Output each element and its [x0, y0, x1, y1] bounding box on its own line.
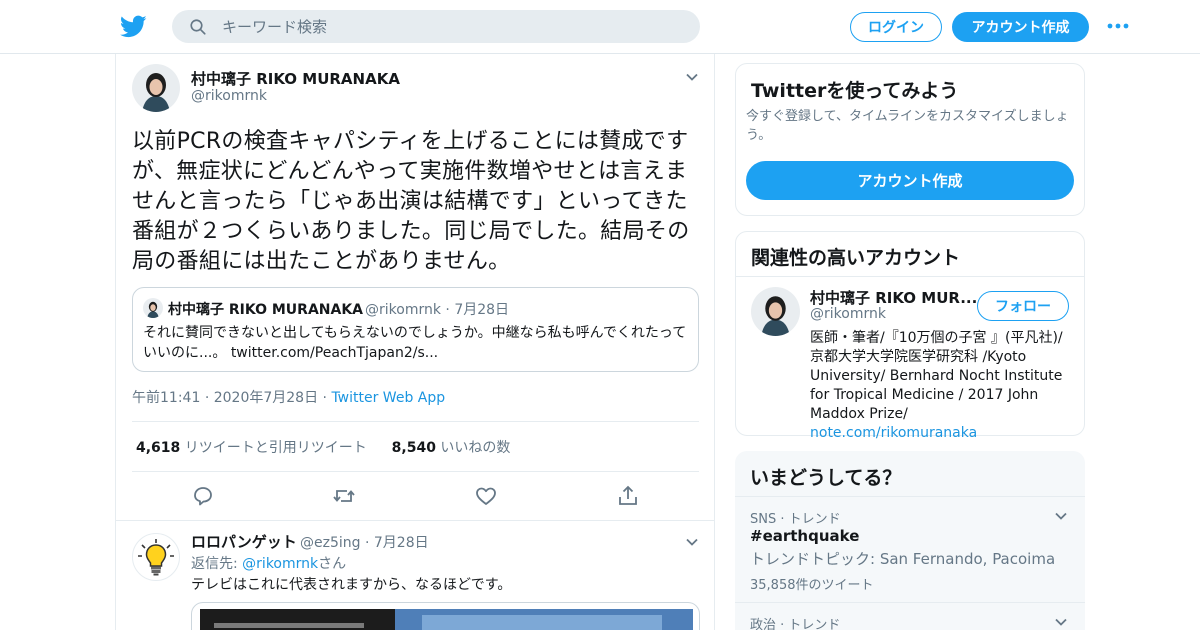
divider [735, 496, 1085, 497]
follow-button[interactable]: フォロー [977, 291, 1069, 321]
reply-text: テレビはこれに代表されますから、なるほどです。 [191, 577, 512, 593]
related-account-handle[interactable]: @rikomrnk [810, 306, 886, 322]
quoted-tweet[interactable]: 村中璃子 RIKO MURANAKA @rikomrnk · 7月28日 それに… [132, 287, 699, 372]
divider [736, 276, 1084, 277]
avatar[interactable] [132, 64, 180, 112]
tweet-timestamp: 午前11:41 · 2020年7月28日 · Twitter Web App [132, 390, 446, 406]
retweets-count: 4,618 [136, 440, 181, 456]
author-handle[interactable]: @rikomrnk [191, 88, 267, 104]
login-button[interactable]: ログイン [850, 12, 942, 42]
related-card-title: 関連性の高いアカウント [751, 247, 961, 269]
related-account-name[interactable]: 村中璃子 RIKO MUR... [810, 287, 977, 308]
chevron-down-icon[interactable] [685, 70, 699, 84]
author-name[interactable]: 村中璃子 RIKO MURANAKA [191, 68, 400, 89]
quote-link[interactable]: twitter.com/PeachTjapan2/s... [231, 345, 438, 361]
signup-card: Twitterを使ってみよう 今すぐ登録して、タイムラインをカスタマイズしましょ… [735, 63, 1085, 216]
quote-meta: @rikomrnk · 7月28日 [365, 302, 510, 318]
trend-context: SNS · トレンド [750, 512, 841, 527]
reply-to-handle[interactable]: @rikomrnk [242, 556, 318, 572]
more-icon[interactable] [1106, 18, 1130, 34]
tweet-stats: 4,618 リツイートと引用リツイート 8,540 いいねの数 [136, 437, 510, 457]
signup-card-title: Twitterを使ってみよう [751, 80, 959, 102]
reply-date[interactable]: 7月28日 [374, 535, 429, 551]
main-column: 村中璃子 RIKO MURANAKA @rikomrnk 以前PCRの検査キャパ… [115, 54, 715, 630]
twitter-bird-icon[interactable] [120, 13, 147, 40]
reply-meta: @ez5ing · 7月28日 [300, 535, 429, 551]
tweet-source[interactable]: Twitter Web App [331, 390, 445, 406]
trend-context: 政治 · トレンド [750, 618, 841, 630]
signup-card-button[interactable]: アカウント作成 [746, 161, 1074, 200]
chevron-down-icon[interactable] [1054, 615, 1068, 629]
divider [132, 471, 699, 472]
reply-to-prefix: 返信先: [191, 556, 238, 572]
related-account-bio: 医師・筆者/『10万個の子宮 』(平凡社)/京都大学大学院医学研究科 /Kyot… [810, 329, 1075, 443]
reply-icon[interactable] [191, 484, 215, 508]
retweets-stat[interactable]: 4,618 リツイートと引用リツイート [136, 440, 371, 456]
retweets-label: リツイートと引用リツイート [184, 440, 367, 456]
reply-avatar[interactable] [132, 533, 180, 581]
reply-author-name[interactable]: ロロパンゲット [191, 531, 297, 552]
divider [735, 602, 1085, 603]
search-box[interactable] [172, 10, 700, 43]
related-avatar[interactable] [751, 287, 800, 336]
related-accounts-card: 関連性の高いアカウント 村中璃子 RIKO MUR... @rikomrnk フ… [735, 231, 1085, 441]
chevron-down-icon[interactable] [685, 535, 699, 549]
bio-text: 医師・筆者/『10万個の子宮 』(平凡社)/京都大学大学院医学研究科 /Kyot… [810, 330, 1063, 422]
trend-count: 35,858件のツイート [750, 578, 874, 593]
likes-label: いいねの数 [440, 440, 511, 456]
top-bar: ログイン アカウント作成 [0, 0, 1200, 54]
reply-author-handle[interactable]: @ez5ing [300, 535, 361, 551]
quote-date: 7月28日 [454, 302, 510, 318]
bio-link[interactable]: note.com/rikomuranaka [810, 425, 977, 441]
reply-tweet[interactable]: ロロパンゲット @ez5ing · 7月28日 返信先: @rikomrnkさん… [116, 520, 714, 630]
search-icon [190, 19, 206, 35]
lightbulb-icon [138, 539, 174, 576]
signup-button[interactable]: アカウント作成 [952, 12, 1089, 42]
signup-card-description: 今すぐ登録して、タイムラインをカスタマイズしましょう。 [746, 109, 1069, 143]
retweet-icon[interactable] [332, 484, 356, 508]
quote-author-handle: @rikomrnk [365, 302, 441, 318]
trend-name: #earthquake [750, 527, 860, 545]
quote-avatar [143, 298, 163, 318]
likes-stat[interactable]: 8,540 いいねの数 [392, 440, 511, 456]
divider [132, 421, 699, 422]
tweet-date[interactable]: 2020年7月28日 [214, 390, 318, 406]
share-icon[interactable] [616, 484, 640, 508]
chevron-down-icon[interactable] [1054, 509, 1068, 523]
quote-author-name: 村中璃子 RIKO MURANAKA [168, 302, 364, 318]
likes-count: 8,540 [391, 440, 436, 456]
tweet-text: 以前PCRの検査キャパシティを上げることには賛成ですが、無症状にどんどんやって実… [132, 129, 690, 274]
reply-to-suffix: さん [318, 556, 347, 572]
trend-description: トレンドトピック: San Fernando, Pacoima [750, 550, 1056, 568]
tweet-time[interactable]: 午前11:41 [132, 390, 200, 406]
reply-media[interactable] [191, 602, 700, 630]
like-icon[interactable] [474, 484, 498, 508]
quote-text-block: それに賛同できないと出してもらえないのでしょうか。中継なら私も呼んでくれたってい… [143, 323, 691, 363]
search-input[interactable] [222, 10, 682, 43]
trends-title: いまどうしてる？ [750, 467, 902, 489]
trends-card: いまどうしてる？ SNS · トレンド #earthquake トレンドトピック… [735, 451, 1085, 630]
reply-to: 返信先: @rikomrnkさん [191, 553, 346, 573]
